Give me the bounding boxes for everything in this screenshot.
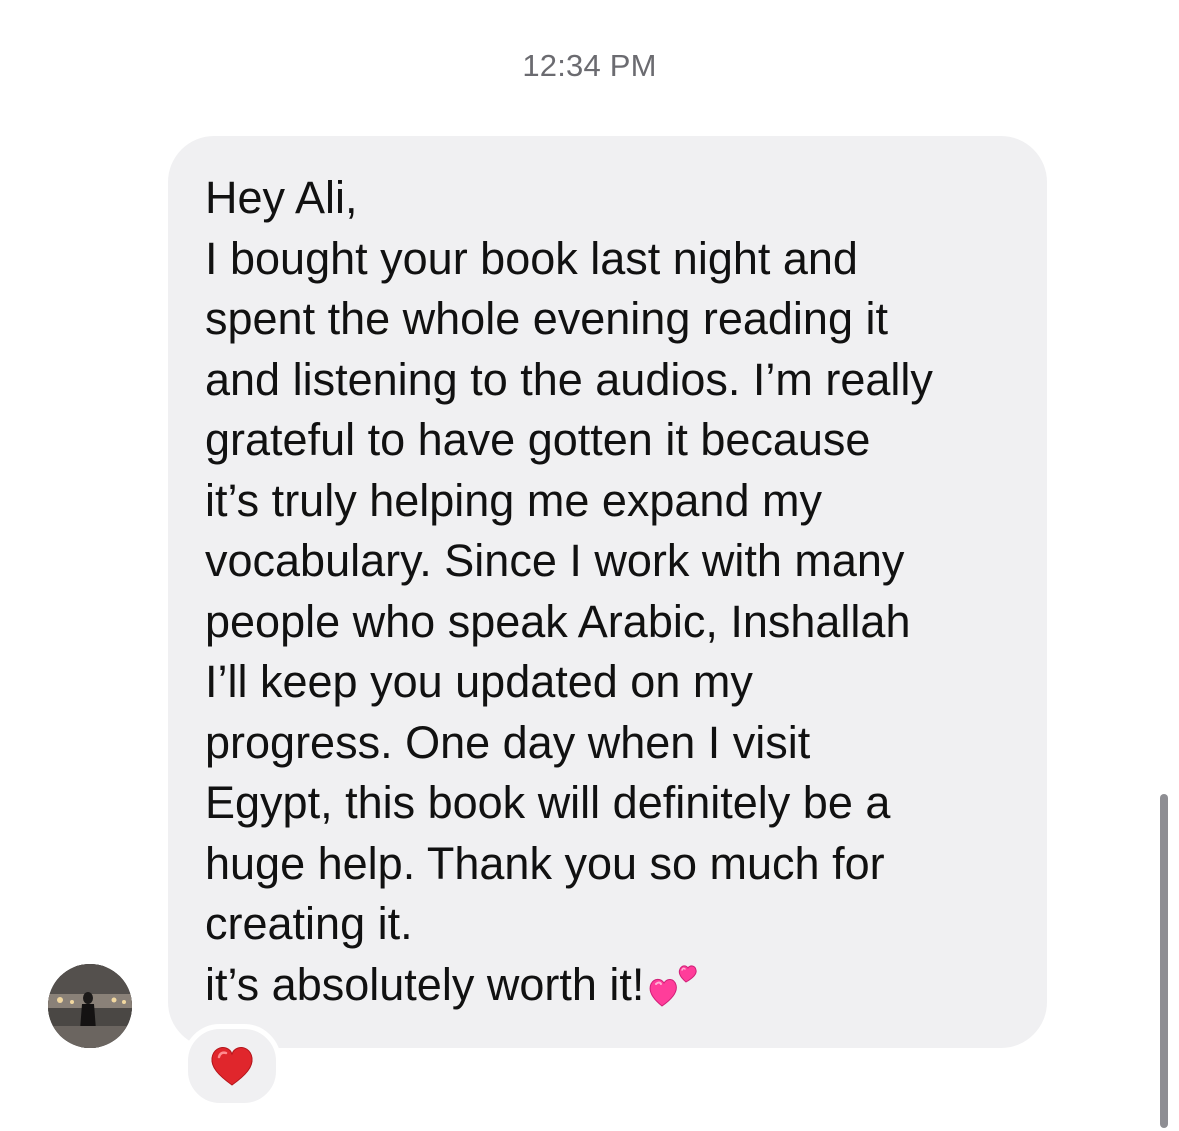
scrollbar[interactable] [1160, 794, 1168, 1128]
message-line: vocabulary. Since I work with many [205, 535, 905, 586]
avatar-photo [48, 964, 132, 1048]
red-heart-icon [211, 1047, 253, 1086]
message-line: huge help. Thank you so much for [205, 837, 885, 889]
reaction-badge[interactable] [183, 1024, 281, 1108]
message-line: I bought your book last night and [205, 232, 858, 284]
message-line: grateful to have gotten it because [205, 414, 871, 465]
message-line: it’s truly helping me expand my [205, 474, 822, 526]
avatar[interactable] [48, 964, 132, 1048]
message-line-text: it’s absolutely worth it! [205, 958, 645, 1010]
message-line: progress. One day when I visit [205, 716, 811, 768]
message-last-line: it’s absolutely worth it! [205, 955, 1017, 1016]
message-line: Egypt, this book will definitely be a [205, 777, 891, 828]
message-bubble[interactable]: Hey Ali, I bought your book last night a… [168, 136, 1047, 1048]
message-timestamp: 12:34 PM [522, 48, 657, 83]
message-line: people who speak Arabic, Inshallah [205, 595, 911, 647]
message-line: I’ll keep you updated on my [205, 656, 753, 707]
message-line: spent the whole evening reading it [205, 293, 888, 344]
message-line: and listening to the audios. I’m really [205, 353, 933, 405]
message-line: Hey Ali, [205, 172, 358, 223]
two-hearts-icon [648, 958, 700, 1010]
message-line: creating it. [205, 898, 413, 949]
